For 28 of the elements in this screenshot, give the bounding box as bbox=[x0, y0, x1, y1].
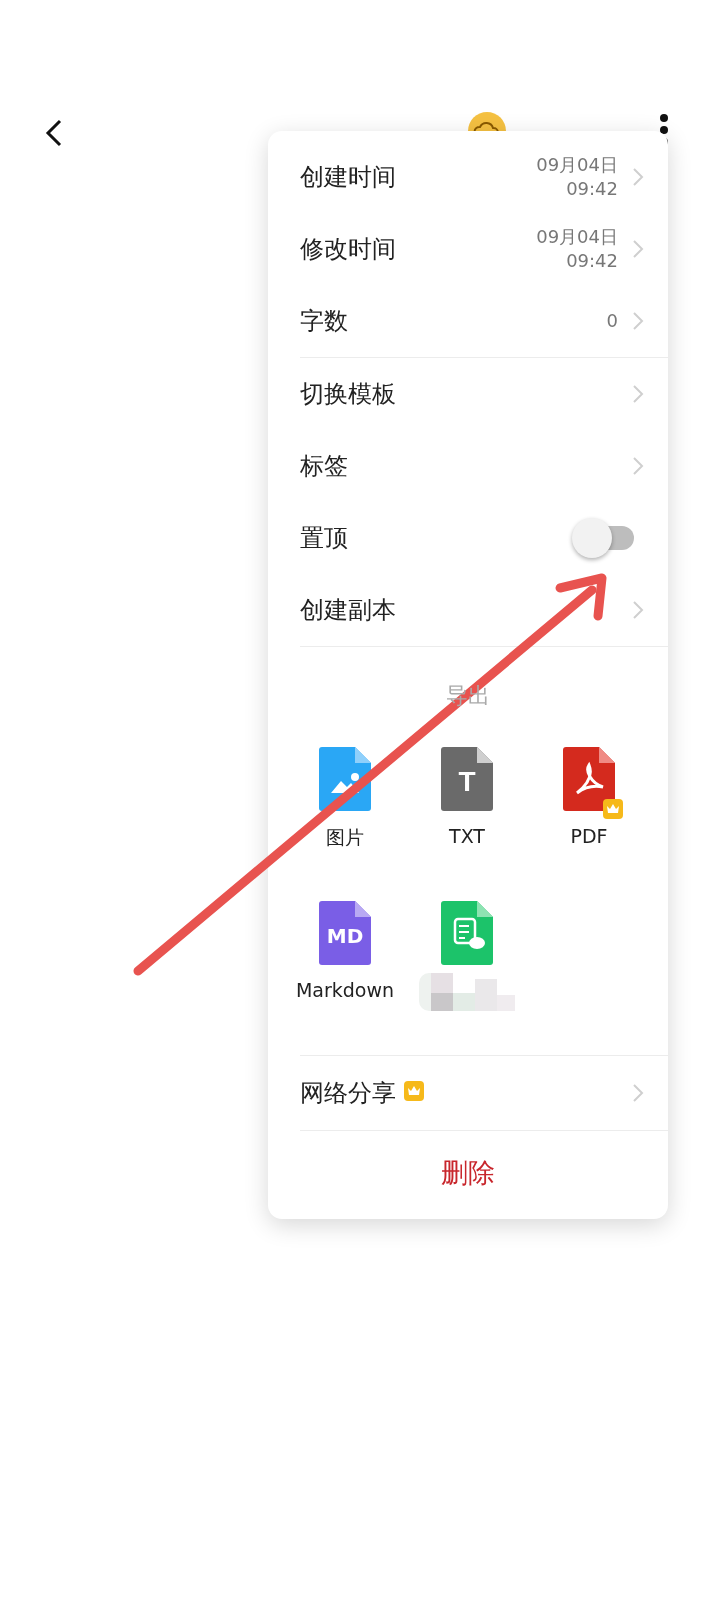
value-text: 09月04日 09:42 bbox=[536, 225, 618, 273]
value-text: 0 bbox=[606, 309, 618, 333]
format-label[interactable]: 图片 bbox=[326, 825, 364, 849]
delete-button[interactable]: 删除 bbox=[268, 1131, 668, 1219]
menu-item-label[interactable]: 切换模板 bbox=[300, 378, 632, 410]
chevron-icon bbox=[632, 167, 644, 187]
menu-item-label[interactable]: 创建时间 bbox=[300, 161, 537, 193]
crown-icon bbox=[603, 799, 623, 819]
menu-item-label[interactable]: 置顶 bbox=[300, 522, 572, 554]
chevron-icon bbox=[632, 239, 644, 259]
format-label[interactable]: PDF bbox=[570, 825, 608, 849]
menu-item-label[interactable]: 标签 bbox=[300, 450, 632, 482]
chevron-icon bbox=[632, 1083, 644, 1103]
menu-item-label[interactable]: 创建副本 bbox=[300, 594, 632, 626]
file-icon: MD bbox=[319, 901, 371, 965]
back-icon[interactable] bbox=[44, 118, 64, 148]
chevron-icon bbox=[632, 600, 644, 620]
format-label[interactable]: TXT bbox=[449, 825, 485, 849]
menu-item-label[interactable]: 字数 bbox=[300, 305, 607, 337]
file-icon: T bbox=[441, 747, 493, 811]
value-text: 09月04日 09:42 bbox=[536, 153, 618, 201]
chevron-icon bbox=[632, 311, 644, 331]
format-label[interactable]: Markdown bbox=[295, 979, 395, 1003]
menu-item-label[interactable]: 修改时间 bbox=[300, 233, 537, 265]
toggle-switch[interactable] bbox=[572, 518, 634, 558]
menu-item-label[interactable]: 网络分享 bbox=[300, 1077, 396, 1109]
chevron-icon bbox=[632, 384, 644, 404]
chevron-icon bbox=[632, 456, 644, 476]
